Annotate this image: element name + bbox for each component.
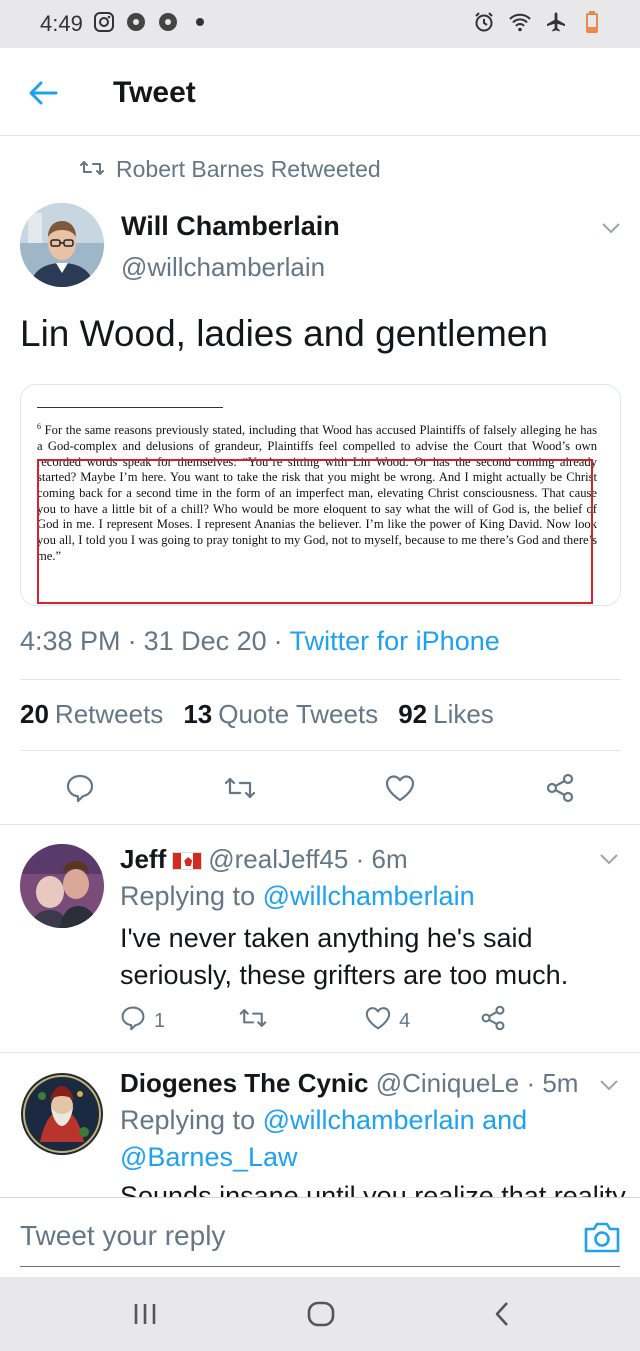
instagram-icon	[92, 10, 116, 34]
highlight-box	[37, 459, 593, 604]
tweet-options-chevron-icon[interactable]	[601, 221, 621, 235]
camera-icon[interactable]	[582, 1219, 622, 1255]
separator-dot: ·	[519, 1068, 543, 1098]
replying-to-label: Replying to	[120, 881, 256, 911]
author-avatar[interactable]	[20, 203, 104, 287]
tweet-timestamp: 4:38 PM · 31 Dec 20 · Twitter for iPhone	[20, 626, 500, 657]
retweet-icon	[80, 156, 104, 183]
system-icons	[472, 10, 604, 34]
reply-input[interactable]: Tweet your reply	[20, 1220, 225, 1252]
footnote-rule	[37, 407, 223, 408]
status-time: 4:49	[40, 11, 83, 36]
status-bar: 4:49	[0, 0, 640, 48]
reply-text: I've never taken anything he's said seri…	[120, 923, 569, 990]
replying-to-and: and	[482, 1105, 528, 1135]
app-header: Tweet	[0, 48, 640, 136]
retweets-count: 20	[20, 699, 49, 729]
home-icon[interactable]	[306, 1299, 336, 1329]
reply-header: Jeff @realJeff45 · 6m	[120, 844, 408, 875]
replying-to-label: Replying to	[120, 1105, 256, 1135]
reply-share-button[interactable]	[480, 1005, 506, 1037]
reply-composer: Tweet your reply	[0, 1197, 640, 1277]
footnote-number: 6	[37, 422, 41, 431]
divider	[20, 750, 621, 751]
replying-to-handle[interactable]: @willchamberlain	[263, 1105, 475, 1135]
back-nav-icon[interactable]	[488, 1299, 518, 1329]
reply-retweet-button[interactable]	[239, 1006, 267, 1036]
retweets-stat[interactable]: 20 Retweets	[20, 699, 163, 730]
battery-icon	[580, 10, 604, 34]
reply-like-count: 4	[399, 1009, 411, 1032]
reply-options-chevron-icon[interactable]	[599, 1078, 619, 1092]
retweet-icon	[239, 1006, 267, 1036]
likes-count: 92	[398, 699, 428, 729]
tweet-media-image[interactable]: 6 For the same reasons previously stated…	[20, 384, 621, 606]
likes-label: Likes	[433, 699, 494, 729]
reply-options-chevron-icon[interactable]	[599, 852, 619, 866]
author-handle[interactable]: @willchamberlain	[121, 252, 325, 283]
reply-reply-button[interactable]: 1	[120, 1006, 165, 1036]
retweeted-by-label: Robert Barnes Retweeted	[116, 156, 381, 182]
quote-tweets-count: 13	[183, 699, 213, 729]
replying-to: Replying to @willchamberlain	[120, 878, 475, 915]
reply-author-name[interactable]: Diogenes The Cynic	[120, 1068, 369, 1098]
reply-author-name[interactable]: Jeff	[120, 844, 166, 874]
separator-dot: ·	[273, 626, 283, 656]
canada-flag-icon	[172, 852, 203, 870]
author-name[interactable]: Will Chamberlain	[121, 211, 340, 242]
notification-icons	[92, 10, 212, 34]
reply-author-handle[interactable]: @realJeff45	[208, 844, 348, 874]
reply-time: 5m	[542, 1068, 579, 1098]
reply-reply-count: 1	[154, 1009, 166, 1032]
reply-icon[interactable]	[64, 772, 96, 804]
page-title: Tweet	[113, 76, 196, 109]
reply-like-button[interactable]: 4	[365, 1006, 410, 1036]
reply-avatar[interactable]	[20, 844, 104, 928]
alarm-icon	[472, 10, 496, 34]
replying-to-handle[interactable]: @willchamberlain	[263, 881, 475, 911]
reply-author-handle[interactable]: @CiniqueLe	[376, 1068, 519, 1098]
reply-tweet[interactable]: Diogenes The Cynic @CiniqueLe · 5m Reply…	[0, 1052, 640, 1197]
quote-tweets-label: Quote Tweets	[218, 699, 379, 729]
reply-icon	[120, 1005, 146, 1037]
tweet-stats: 20 Retweets 13 Quote Tweets 92 Likes	[20, 699, 494, 730]
separator-dot: ·	[127, 626, 137, 656]
reply-action-bar: 1 4	[120, 1005, 506, 1037]
share-icon[interactable]	[544, 772, 576, 804]
retweeted-by[interactable]: Robert Barnes Retweeted	[80, 156, 381, 183]
tweet-text: Lin Wood, ladies and gentlemen	[20, 313, 548, 354]
more-notifications-dot-icon	[188, 10, 212, 34]
reply-text: Sounds insane until you realize that rea…	[120, 1181, 626, 1197]
divider	[20, 679, 621, 680]
reply-header: Diogenes The Cynic @CiniqueLe · 5m	[120, 1068, 578, 1099]
tweet-date: 31 Dec 20	[143, 626, 267, 656]
tweet-time: 4:38 PM	[20, 626, 121, 656]
replying-to: Replying to @willchamberlain and @Barnes…	[120, 1102, 600, 1176]
wifi-icon	[508, 10, 532, 34]
airplane-mode-icon	[544, 10, 568, 34]
quote-tweets-stat[interactable]: 13 Quote Tweets	[183, 699, 378, 730]
back-arrow-icon[interactable]	[26, 76, 60, 110]
retweets-label: Retweets	[54, 699, 164, 729]
recent-apps-icon[interactable]	[130, 1299, 160, 1329]
share-icon	[480, 1005, 506, 1037]
reply-tweet[interactable]: Jeff @realJeff45 · 6m Replying to @willch…	[0, 824, 640, 1052]
tweet-source-link[interactable]: Twitter for iPhone	[290, 626, 500, 657]
like-heart-icon	[365, 1006, 391, 1036]
replying-to-handle[interactable]: @Barnes_Law	[120, 1142, 298, 1172]
reply-time: 6m	[371, 844, 408, 874]
app-notification-icon	[124, 10, 148, 34]
reply-avatar[interactable]	[20, 1072, 104, 1156]
retweet-icon[interactable]	[224, 772, 256, 804]
system-nav-bar	[0, 1277, 640, 1351]
likes-stat[interactable]: 92 Likes	[398, 699, 494, 730]
like-heart-icon[interactable]	[384, 772, 416, 804]
separator-dot: ·	[355, 844, 372, 874]
app-notification-icon	[156, 10, 180, 34]
reply-input-underline	[20, 1266, 620, 1267]
